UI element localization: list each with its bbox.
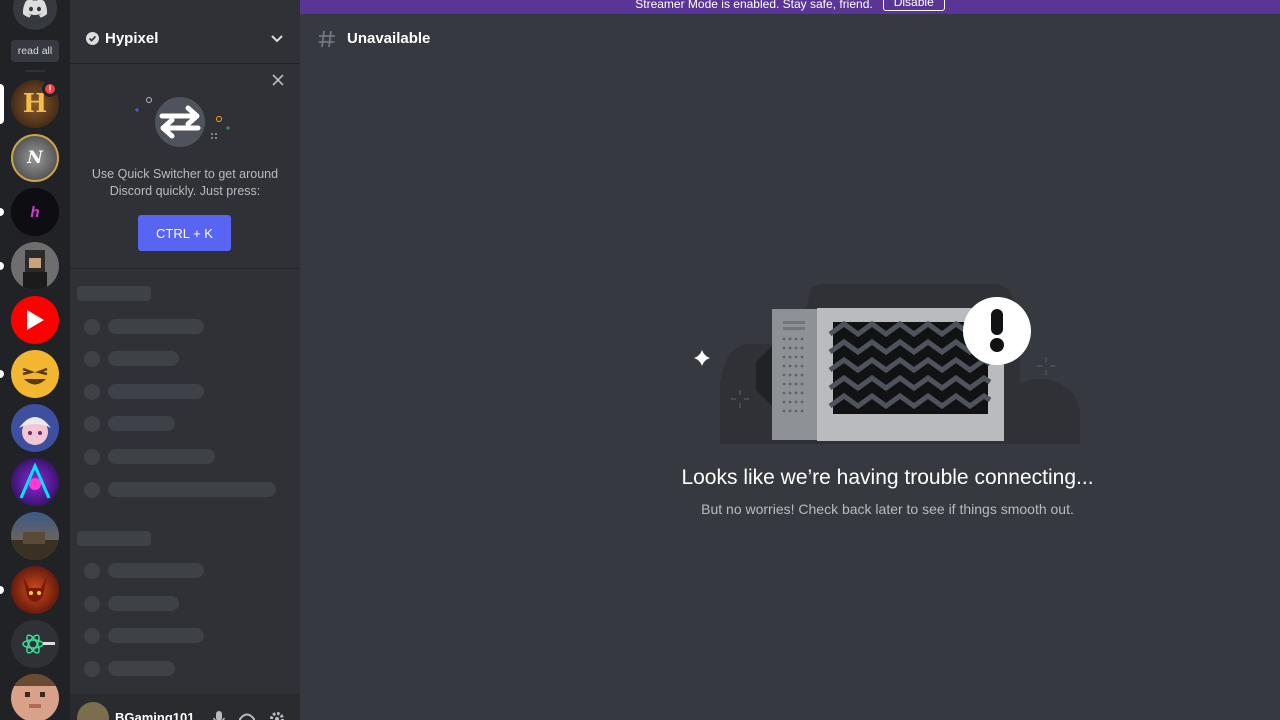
skeleton-channel-icon: [84, 661, 100, 677]
server-icon-atom[interactable]: [11, 620, 59, 668]
skeleton-channel-icon: [84, 482, 100, 498]
skeleton-channel-name: [108, 628, 204, 643]
skeleton-channel-icon: [84, 596, 100, 612]
demon-icon: [23, 576, 47, 602]
hello-logo-icon: h: [30, 203, 40, 221]
server-icon-youtube[interactable]: [11, 296, 59, 344]
server-icon-demon[interactable]: [11, 566, 59, 614]
skeleton-category: [77, 286, 151, 301]
main-content: Unavailable Looks like we’re having trou…: [300, 14, 1280, 720]
streamer-mode-text: Streamer Mode is enabled. Stay safe, fri…: [635, 0, 873, 11]
skeleton-channel-icon: [84, 384, 100, 400]
read-all-button[interactable]: read all: [11, 40, 59, 62]
skeleton-channel-name: [108, 449, 215, 464]
chevron-down-icon: [271, 34, 283, 42]
skeleton-channel-icon: [84, 628, 100, 644]
anime-avatar-icon: [19, 417, 51, 445]
skeleton-channel-icon: [84, 319, 100, 335]
nspp-logo-icon: N: [27, 148, 43, 168]
server-icon-hello[interactable]: h: [11, 188, 59, 236]
blocky-face-icon: [11, 674, 59, 708]
grin-face-icon: [22, 367, 48, 385]
rail-divider: [25, 70, 45, 72]
disable-streamer-mode-button[interactable]: Disable: [882, 0, 945, 11]
headphones-icon[interactable]: [238, 710, 256, 720]
quick-switcher-tip: Use Quick Switcher to get around Discord…: [70, 64, 300, 269]
quick-switcher-text: Use Quick Switcher to get around Discord…: [91, 167, 279, 198]
neon-art-icon: [19, 462, 51, 499]
unread-pill: [0, 262, 4, 270]
microphone-icon[interactable]: [212, 710, 226, 720]
skeleton-channel-icon: [84, 416, 100, 432]
skeleton-channel-name: [108, 351, 179, 366]
selected-server-pill: [0, 84, 4, 124]
server-icon-blocky-face[interactable]: [11, 674, 59, 720]
pixel-character-icon: [23, 250, 47, 290]
channel-sidebar: Hypixel Use Quick Switcher to get around…: [70, 0, 300, 720]
discord-app: read all H ! N h Hypixel Use Quick Switc…: [0, 0, 1280, 720]
mention-badge: !: [42, 81, 58, 97]
server-rail: read all H ! N h: [0, 0, 70, 720]
discord-logo-icon: [22, 0, 48, 18]
unread-pill: [0, 370, 4, 378]
connection-error-illustration: [694, 284, 1080, 444]
atom-icon: [22, 634, 55, 654]
skeleton-channel-name: [108, 563, 204, 578]
username: BGaming101: [115, 710, 195, 720]
server-header[interactable]: Hypixel: [70, 14, 300, 64]
server-name: Hypixel: [105, 30, 159, 47]
gear-icon[interactable]: [268, 710, 286, 720]
hash-icon: [318, 30, 335, 47]
skeleton-channel-name: [108, 661, 175, 676]
skeleton-channel-icon: [84, 563, 100, 579]
skeleton-channel-name: [108, 416, 175, 431]
close-icon[interactable]: [272, 74, 284, 86]
skeleton-channel-name: [108, 596, 179, 611]
play-icon: [27, 310, 44, 330]
skeleton-channel-name: [108, 482, 276, 497]
channel-name: Unavailable: [347, 30, 431, 47]
server-icon-neon[interactable]: [11, 458, 59, 506]
error-subtitle: But no worries! Check back later to see …: [701, 501, 1074, 517]
skeleton-channel-icon: [84, 351, 100, 367]
avatar[interactable]: [77, 702, 109, 720]
user-panel: BGaming101: [70, 694, 300, 720]
server-icon-emoji[interactable]: [11, 350, 59, 398]
error-title: Looks like we’re having trouble connecti…: [681, 466, 1094, 489]
streamer-mode-banner: Streamer Mode is enabled. Stay safe, fri…: [300, 0, 1280, 14]
verified-check-icon: [86, 32, 99, 45]
channel-header: Unavailable: [300, 14, 1280, 63]
skeleton-channel-name: [108, 384, 204, 399]
server-icon-anime[interactable]: [11, 404, 59, 452]
skeleton-channel-icon: [84, 449, 100, 465]
home-button[interactable]: [13, 0, 57, 30]
server-icon-landscape[interactable]: [11, 512, 59, 560]
skeleton-category: [77, 531, 151, 546]
quick-switcher-shortcut-button[interactable]: CTRL + K: [138, 215, 231, 251]
switch-arrows-icon: [135, 97, 230, 147]
skeleton-channel-name: [108, 319, 204, 334]
unread-pill: [0, 208, 4, 216]
server-icon-pixel-character[interactable]: [11, 242, 59, 290]
unread-pill: [0, 586, 4, 594]
server-icon-nspp[interactable]: N: [11, 134, 59, 182]
landscape-icon: [11, 532, 59, 560]
